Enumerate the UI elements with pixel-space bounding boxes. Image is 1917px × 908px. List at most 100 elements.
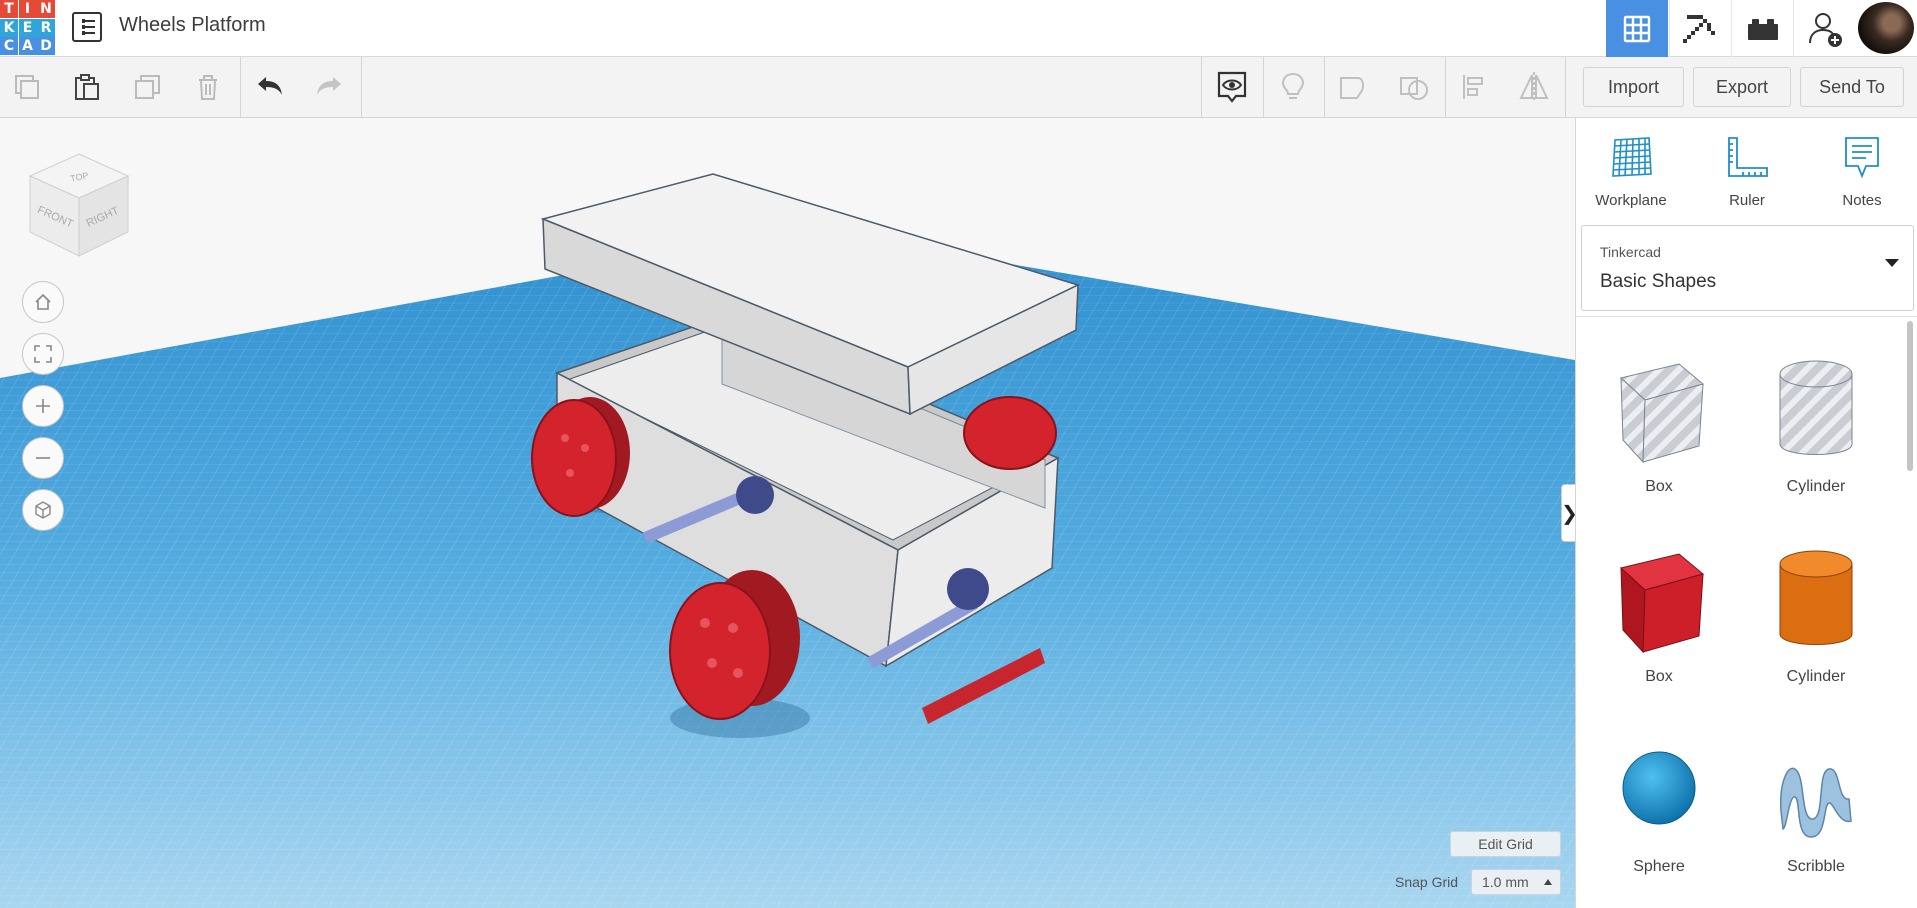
scribble-icon (1780, 767, 1852, 838)
ruler-icon (1728, 137, 1768, 177)
shape-label: Scribble (1787, 858, 1845, 875)
design-title[interactable]: Wheels Platform (119, 14, 266, 37)
home-view-button[interactable] (22, 281, 64, 323)
plus-icon (36, 399, 50, 413)
divider (1576, 316, 1917, 317)
brick-icon (1747, 18, 1778, 40)
ruler-tool-button[interactable]: Ruler (1692, 134, 1802, 224)
shape-label: Cylinder (1786, 668, 1846, 685)
logo-letter: E (18, 18, 37, 37)
logo-letter: R (37, 18, 55, 37)
notes-label: Notes (1842, 192, 1882, 209)
minus-icon (36, 457, 50, 459)
copy-icon[interactable] (10, 70, 44, 104)
toolbar-divider (1201, 57, 1202, 117)
shape-library-select[interactable]: Tinkercad Basic Shapes (1581, 225, 1914, 311)
box-icon (1619, 553, 1705, 654)
3d-design-view-button[interactable] (1606, 0, 1668, 57)
shapes-panel: Workplane Ruler Notes Tinkercad Basic Sh… (1575, 118, 1917, 908)
list-line (82, 25, 95, 29)
shape-tile-cylinder[interactable]: Cylinder (1746, 526, 1886, 686)
snap-grid-select[interactable]: 1.0 mm (1471, 869, 1561, 895)
workplane-label: Workplane (1595, 192, 1667, 209)
logo-letter: D (37, 37, 55, 55)
3d-scene[interactable] (0, 118, 1575, 908)
edit-grid-button[interactable]: Edit Grid (1450, 831, 1561, 857)
list-line (82, 31, 95, 35)
logo-letter: T (0, 0, 18, 18)
logo-letter: K (0, 18, 18, 37)
list-line (82, 19, 95, 23)
logo-letter: A (18, 37, 37, 55)
home-icon (35, 293, 51, 310)
shape-tile-scribble[interactable]: Scribble (1746, 716, 1886, 876)
zoom-out-button[interactable] (22, 437, 64, 479)
pickaxe-icon (1682, 14, 1715, 43)
chevron-down-icon (1885, 259, 1899, 267)
notes-icon (1845, 137, 1879, 179)
paste-icon[interactable] (70, 70, 104, 104)
snap-grid-label: Snap Grid (1395, 874, 1459, 890)
collapse-panel-button[interactable]: ❯ (1561, 484, 1575, 542)
perspective-toggle-button[interactable] (22, 489, 64, 531)
chevron-right-icon: ❯ (1561, 501, 1575, 526)
undo-icon[interactable] (253, 70, 287, 104)
cylinder-icon (1779, 550, 1853, 645)
grid-icon (1623, 15, 1651, 42)
shape-label: Sphere (1633, 858, 1685, 875)
group-icon[interactable] (1337, 70, 1371, 104)
import-button[interactable]: Import (1583, 67, 1684, 107)
redo-icon[interactable] (312, 70, 346, 104)
send-to-button[interactable]: Send To (1800, 67, 1904, 107)
toolbar-divider (240, 57, 241, 117)
shape-label: Cylinder (1786, 478, 1846, 495)
wheel-rear-right[interactable] (963, 396, 1057, 470)
hint-icon[interactable] (1276, 70, 1310, 104)
toolbar-divider (1324, 57, 1325, 117)
library-source-label: Tinkercad (1600, 244, 1661, 260)
sphere-icon (1622, 751, 1696, 825)
snap-grid-value: 1.0 mm (1482, 874, 1529, 890)
notes-tool-button[interactable]: Notes (1807, 134, 1917, 224)
workplane-viewport[interactable]: TOP FRONT RIGHT Edit Grid Snap Grid 1.0 … (0, 118, 1575, 908)
logo-letter: N (37, 0, 55, 18)
ungroup-icon[interactable] (1397, 70, 1431, 104)
shape-label: Box (1645, 478, 1673, 495)
export-button[interactable]: Export (1693, 67, 1791, 107)
shape-tile-cylinder-hole[interactable]: Cylinder (1746, 336, 1886, 496)
toolbar-divider (1263, 57, 1264, 117)
toolbar-divider (361, 57, 362, 117)
top-bar: T I N K E R C A D Wheels Platform (0, 0, 1917, 57)
cylinder-hole-icon (1779, 360, 1853, 455)
delete-icon[interactable] (191, 70, 225, 104)
build-button[interactable] (1669, 0, 1731, 57)
shape-tile-sphere[interactable]: Sphere (1589, 716, 1729, 876)
avatar[interactable] (1858, 2, 1914, 54)
show-hide-icon[interactable] (1215, 70, 1249, 104)
tinkercad-logo[interactable]: T I N K E R C A D (0, 0, 55, 55)
ruler-label: Ruler (1729, 192, 1765, 209)
zoom-in-button[interactable] (22, 385, 64, 427)
mirror-icon[interactable] (1517, 70, 1551, 104)
workplane-icon (1612, 137, 1652, 177)
fit-icon (34, 345, 52, 363)
invite-user-button[interactable] (1793, 0, 1855, 57)
fit-view-button[interactable] (22, 333, 64, 375)
shape-tile-box-hole[interactable]: Box (1589, 336, 1729, 496)
cube-icon (35, 501, 51, 519)
panel-scrollbar-thumb[interactable] (1907, 321, 1913, 471)
caret-up-icon (1544, 879, 1552, 885)
design-list-button[interactable] (72, 12, 102, 42)
workplane-tool-button[interactable]: Workplane (1576, 134, 1686, 224)
bricks-button[interactable] (1731, 0, 1793, 57)
toolbar-divider (1445, 57, 1446, 117)
align-icon[interactable] (1458, 70, 1492, 104)
shape-tile-box[interactable]: Box (1589, 526, 1729, 686)
library-name: Basic Shapes (1600, 271, 1717, 292)
shape-label: Box (1645, 668, 1673, 685)
duplicate-icon[interactable] (131, 70, 165, 104)
viewcube[interactable]: TOP FRONT RIGHT (24, 148, 134, 263)
add-user-icon (1808, 12, 1842, 47)
logo-letter: C (0, 37, 18, 55)
box-hole-icon (1619, 363, 1705, 464)
